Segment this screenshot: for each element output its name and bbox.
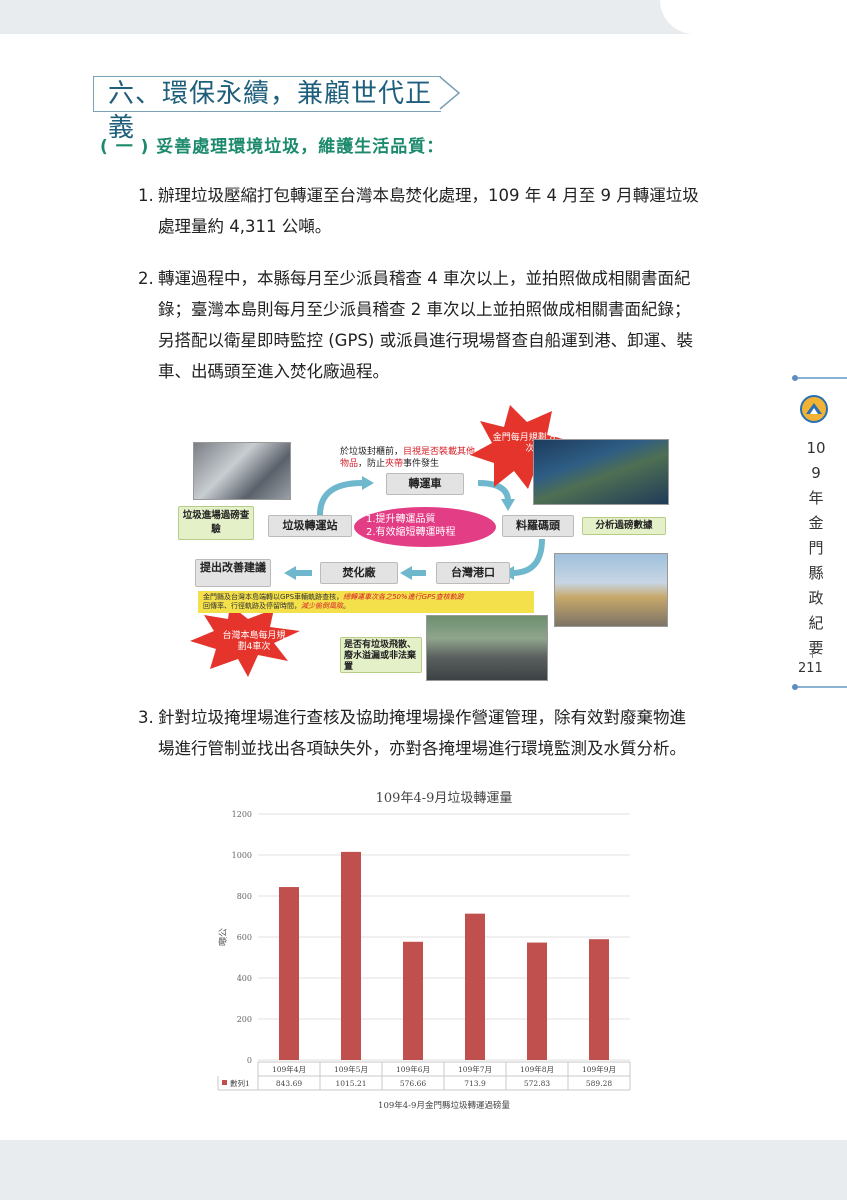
- y-tick-label: 200: [237, 1015, 252, 1024]
- paragraph-line: 辦理垃圾壓縮打包轉運至台灣本島焚化處理，109 年 4 月至 9 月轉運垃圾: [158, 186, 699, 205]
- sidebar-dot-top: [792, 375, 798, 381]
- center-goal-oval: 1.提升轉運品質 2.有效縮短轉運時程: [354, 507, 496, 547]
- photo-container-port: [554, 553, 668, 627]
- gps-note-text: 。: [343, 602, 350, 610]
- gps-note-highlight: 總轉運車次各之50%進行GPS查核軌跡: [343, 593, 464, 601]
- note-spill-check: 是否有垃圾飛散、廢水溢漏或非法棄置: [340, 637, 422, 673]
- x-tick-label: 109年4月: [272, 1064, 306, 1074]
- y-axis-label: 噸公: [217, 928, 229, 946]
- goal-line: 1.提升轉運品質: [366, 514, 436, 525]
- sidebar-divider: [812, 652, 813, 658]
- paragraph-1: 1. 辦理垃圾壓縮打包轉運至台灣本島焚化處理，109 年 4 月至 9 月轉運垃圾…: [138, 180, 699, 242]
- gps-note: 金門縣及台灣本島端轉以GPS車輛軌跡查核，總轉運車次各之50%進行GPS查核軌跡…: [198, 591, 534, 613]
- data-label: 572.83: [524, 1079, 550, 1088]
- chart-svg: 109年4-9月垃圾轉運量 0 200 400 600 800 1000 1200 噸公 109年…: [217, 791, 631, 1111]
- top-band-curve: [660, 0, 847, 34]
- transfer-volume-chart: 109年4-9月垃圾轉運量 0 200 400 600 800 1000 1200 噸公 109年…: [198, 778, 649, 1118]
- sidebar-vertical-title: 109年金門縣政紀要: [806, 439, 826, 657]
- paragraph-line: 車、出碼頭至進入焚化廠過程。: [158, 362, 389, 381]
- paragraph-number: 1.: [138, 186, 154, 205]
- title-arrow-icon: [439, 76, 461, 110]
- node-incinerator: 焚化廠: [320, 562, 398, 584]
- bar: [341, 851, 361, 1060]
- x-tick-label: 109年8月: [520, 1064, 554, 1074]
- section-title: 六、環保永續，兼顧世代正義: [93, 76, 461, 143]
- gps-note-highlight: 減少偷倒風險: [301, 602, 343, 610]
- bar: [465, 913, 485, 1060]
- x-tick-label: 109年9月: [582, 1064, 616, 1074]
- x-tick-label: 109年5月: [334, 1064, 368, 1074]
- y-tick-label: 1200: [232, 810, 252, 819]
- gps-note-text: 金門縣及台灣本島端轉以GPS車輛軌跡查核，: [203, 593, 344, 601]
- paragraph-line: 處理量約 4,311 公噸。: [158, 217, 332, 236]
- photo-road-truck: [426, 615, 548, 681]
- county-emblem-icon: [800, 395, 828, 423]
- y-tick-label: 1000: [232, 851, 252, 860]
- paragraph-line: 錄；臺灣本島則每月至少派員稽查 2 車次以上並拍照做成相關書面紀錄；: [158, 300, 691, 319]
- y-tick-label: 0: [247, 1056, 252, 1065]
- x-tick-label: 109年6月: [396, 1064, 430, 1074]
- note-analyze-weighing: 分析過磅數據: [582, 517, 666, 535]
- bar: [589, 939, 609, 1060]
- paragraph-2: 2. 轉運過程中，本縣每月至少派員稽查 4 車次以上，並拍照做成相關書面紀 錄；臺…: [138, 263, 693, 387]
- node-improvement: 提出改善建議: [195, 559, 271, 587]
- y-tick-label: 800: [237, 892, 252, 901]
- page-number: 211: [798, 661, 823, 676]
- data-label: 843.69: [276, 1079, 302, 1088]
- node-liaoluo-dock: 料羅碼頭: [502, 515, 574, 537]
- sidebar-rule-top: [795, 377, 847, 379]
- node-transfer-truck: 轉運車: [386, 473, 464, 495]
- photo-aerial-coast: [533, 439, 669, 505]
- paragraph-line: 另搭配以衛星即時監控 (GPS) 或派員進行現場督查自船運到港、卸運、裝: [158, 331, 694, 350]
- sidebar-dot-bottom: [792, 684, 798, 690]
- node-transfer-station: 垃圾轉運站: [268, 515, 352, 537]
- data-label: 576.66: [400, 1079, 426, 1088]
- bar: [403, 941, 423, 1060]
- node-taiwan-port: 台灣港口: [436, 562, 510, 584]
- y-tick-label: 400: [237, 974, 252, 983]
- subsection-title: ( 一 ) 妥善處理環境垃圾，維護生活品質：: [100, 137, 445, 157]
- y-tick-label: 600: [237, 933, 252, 942]
- legend-swatch: [222, 1080, 227, 1085]
- burst-taiwan-trips: 台灣本島每月規劃4車次: [222, 631, 286, 652]
- x-axis-label: 109年4-9月金門縣垃圾轉運過磅量: [378, 1100, 510, 1111]
- paragraph-line: 場進行管制並找出各項缺失外，亦對各掩埋場進行環境監測及水質分析。: [158, 739, 686, 758]
- paragraph-number: 2.: [138, 269, 154, 288]
- sidebar-rule-bottom: [795, 686, 847, 688]
- paragraph-line: 轉運過程中，本縣每月至少派員稽查 4 車次以上，並拍照做成相關書面紀: [158, 269, 691, 288]
- bottom-band: [0, 1140, 847, 1200]
- data-label: 713.9: [464, 1079, 486, 1088]
- bar: [279, 887, 299, 1060]
- gps-note-text: 回傳率、行徑軌跡及停留時間，: [203, 602, 301, 610]
- data-label: 1015.21: [335, 1079, 366, 1088]
- x-tick-label: 109年7月: [458, 1064, 492, 1074]
- goal-line: 2.有效縮短轉運時程: [366, 527, 456, 538]
- chart-title: 109年4-9月垃圾轉運量: [376, 791, 513, 806]
- bar: [527, 942, 547, 1060]
- data-label: 589.28: [586, 1079, 612, 1088]
- legend-label: 數列1: [230, 1078, 250, 1088]
- paragraph-number: 3.: [138, 708, 154, 727]
- transfer-process-diagram: 垃圾進場過磅查驗 於垃圾封櫃前，目視是否裝載其他 物品，防止夾帶事件發生 金門每…: [178, 405, 670, 681]
- paragraph-line: 針對垃圾掩埋場進行查核及協助掩埋場操作營運管理，除有效對廢棄物進: [158, 708, 686, 727]
- paragraph-3: 3. 針對垃圾掩埋場進行查核及協助掩埋場操作營運管理，除有效對廢棄物進 場進行管制…: [138, 702, 686, 764]
